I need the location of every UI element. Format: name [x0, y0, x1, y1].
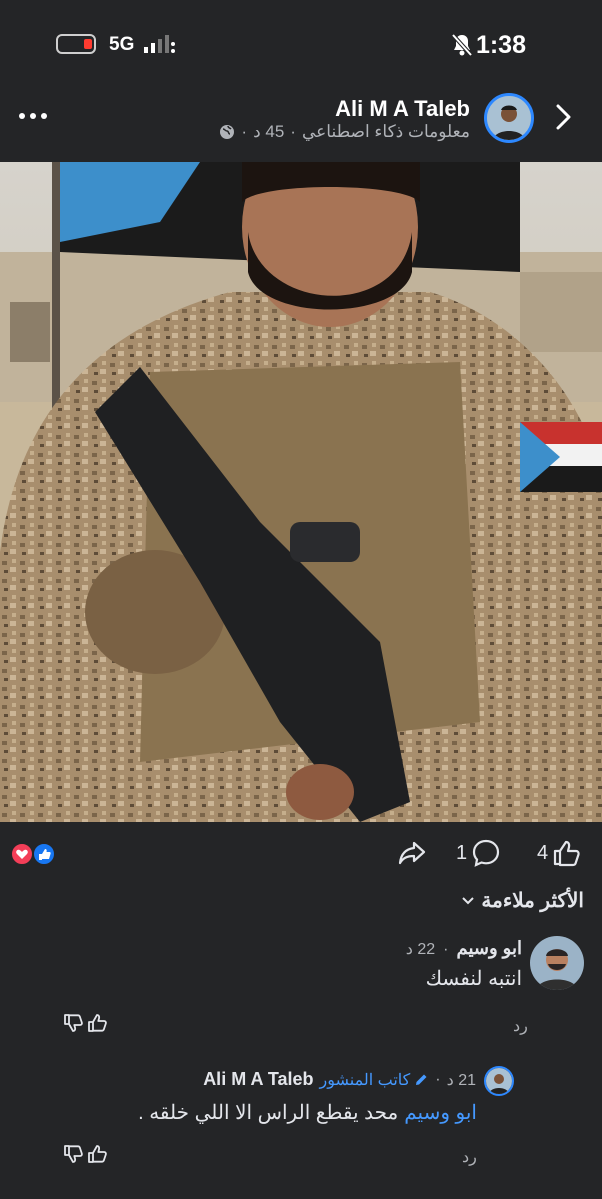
comment-time: 22 د: [405, 941, 436, 958]
like-button[interactable]: 4: [537, 838, 582, 868]
mute-icon: [451, 33, 473, 57]
post-time: 45 د: [253, 122, 285, 141]
comment-reactions[interactable]: [63, 1012, 109, 1034]
network-label: 5G: [109, 34, 135, 55]
share-button[interactable]: [397, 838, 427, 868]
battery-icon: [56, 34, 96, 54]
comment-icon: [473, 839, 500, 867]
reply-author-avatar[interactable]: [484, 1066, 514, 1096]
back-chevron-icon[interactable]: [548, 102, 578, 132]
reply-header: 21 د · كاتب المنشور Ali M A Taleb: [203, 1069, 476, 1090]
globe-icon: [220, 125, 235, 139]
chevron-down-icon: [462, 896, 475, 904]
reply-button[interactable]: رد: [462, 1147, 477, 1167]
post-meta: معلومات ذكاء اصطناعي · 45 د ·: [219, 122, 470, 142]
like-icon[interactable]: [87, 1143, 109, 1165]
reply-text-row: ابو وسيم محد يقطع الراس الا اللي خلقه .: [138, 1100, 477, 1125]
comment-button[interactable]: 1: [456, 838, 501, 868]
like-icon[interactable]: [87, 1012, 109, 1034]
mention-link[interactable]: ابو وسيم: [404, 1100, 477, 1125]
reply-time: 21 د: [446, 1071, 476, 1089]
comment-text: انتبه لنفسك: [425, 968, 522, 990]
status-bar: 5G 1:38: [0, 0, 602, 90]
reactions-summary[interactable]: [10, 842, 58, 866]
pencil-icon: [416, 1074, 427, 1085]
author-badge: كاتب المنشور: [320, 1070, 430, 1090]
post-image[interactable]: [0, 162, 602, 822]
dislike-icon[interactable]: [63, 1143, 85, 1165]
reply-reactions[interactable]: [63, 1143, 109, 1165]
reply-author[interactable]: Ali M A Taleb: [203, 1069, 313, 1090]
post-subtitle: معلومات ذكاء اصطناعي: [301, 122, 470, 141]
post-author-name[interactable]: Ali M A Taleb: [335, 96, 470, 122]
like-count: 4: [537, 841, 549, 864]
commenter-avatar[interactable]: [530, 936, 584, 990]
reply-text: محد يقطع الراس الا اللي خلقه .: [138, 1102, 399, 1124]
author-avatar[interactable]: [484, 93, 534, 143]
comment-author[interactable]: ابو وسيم: [457, 938, 523, 959]
more-options-icon[interactable]: [18, 108, 48, 124]
dislike-icon[interactable]: [63, 1012, 85, 1034]
comment-count: 1: [456, 841, 468, 864]
reply-button[interactable]: رد: [513, 1016, 528, 1036]
comment-sort-dropdown[interactable]: الأكثر ملاءمة: [461, 888, 584, 913]
clock: 1:38: [475, 31, 526, 59]
comment-header: ابو وسيم · 22 د: [405, 938, 523, 959]
share-icon: [398, 841, 426, 865]
like-icon: [554, 840, 580, 867]
sort-label: الأكثر ملاءمة: [481, 890, 584, 912]
signal-icon: [144, 35, 175, 53]
